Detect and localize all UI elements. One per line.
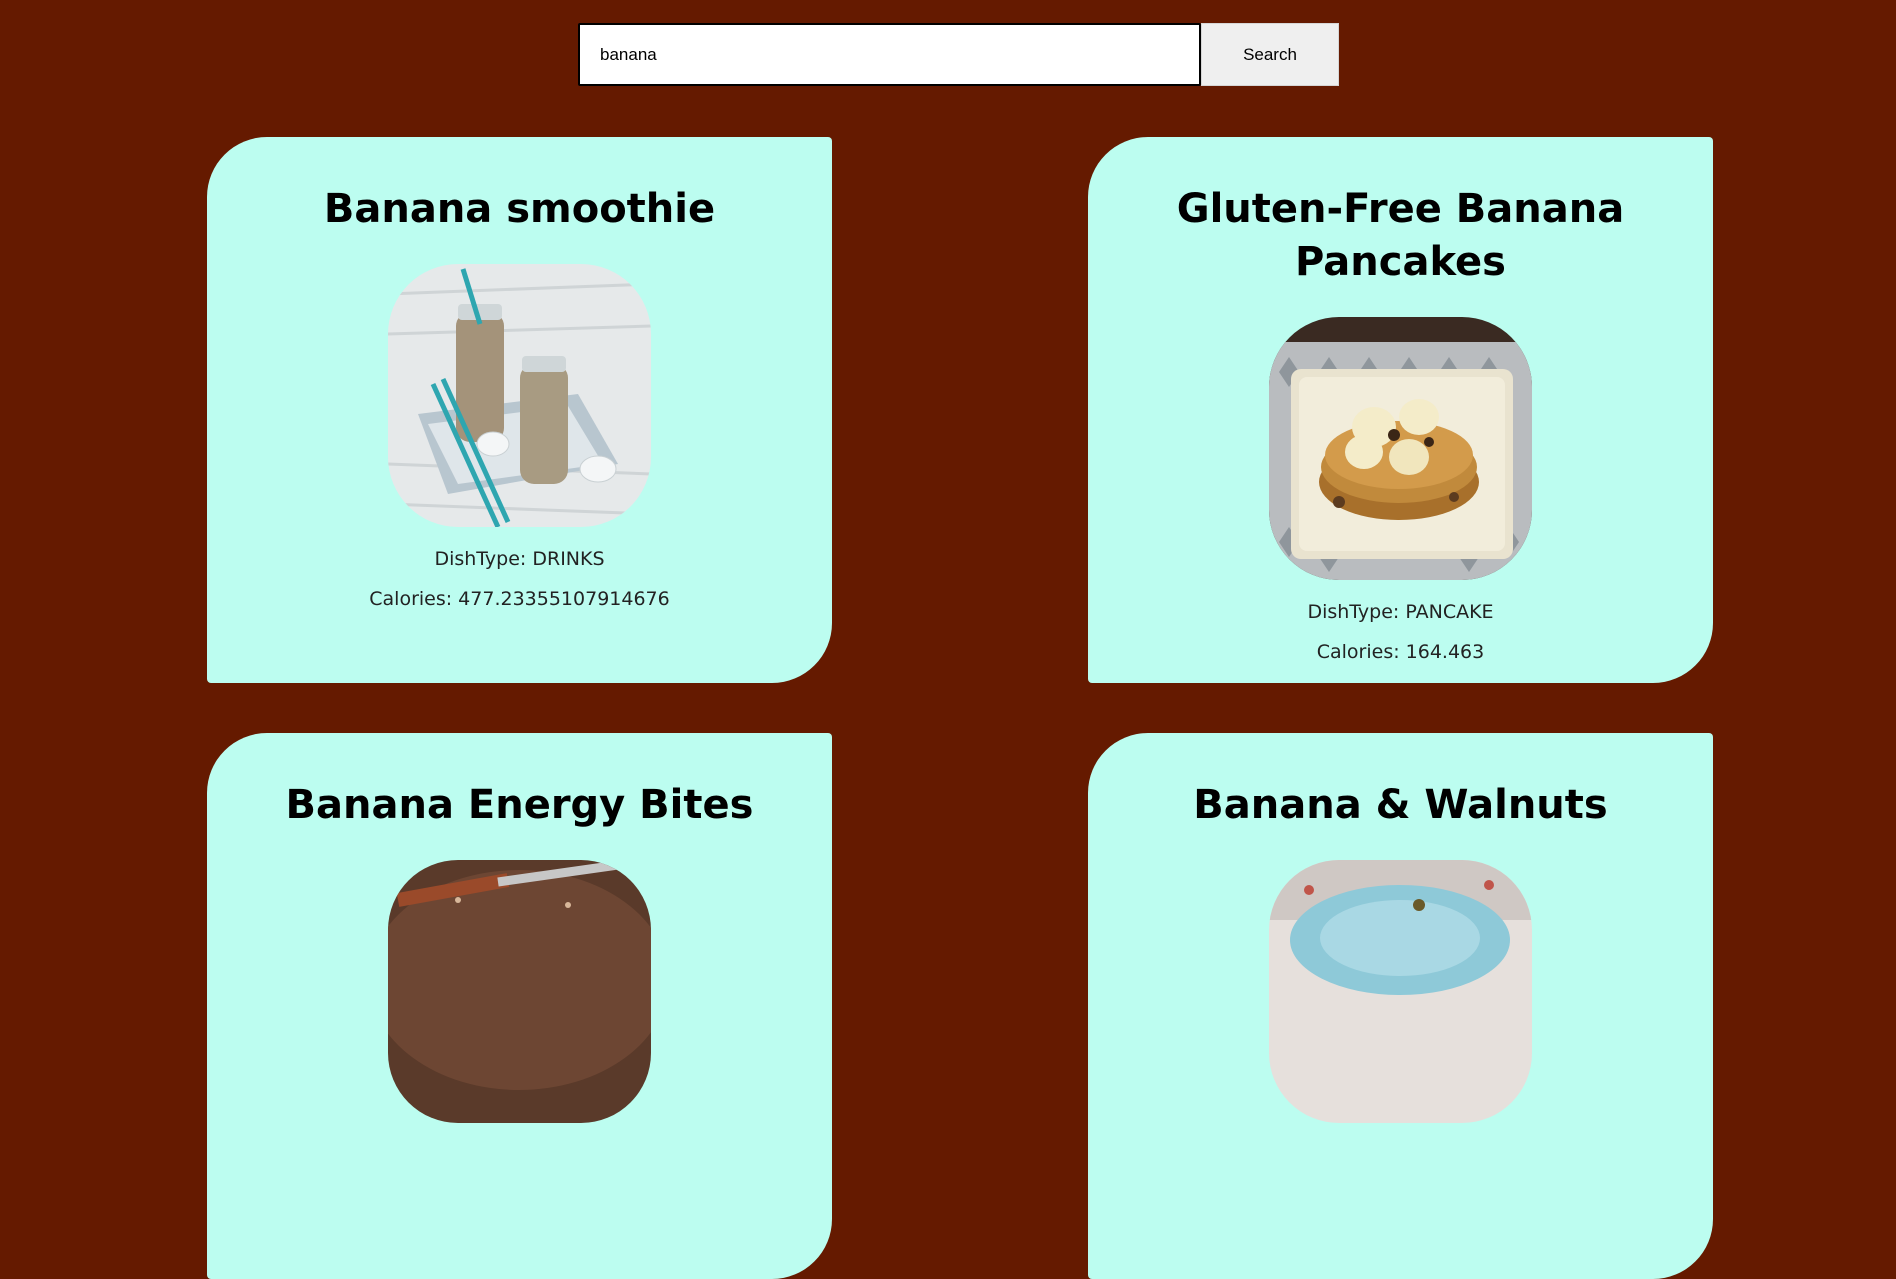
recipe-image-smoothie (388, 264, 651, 527)
banana-walnuts-photo (1269, 860, 1532, 1123)
recipe-image-pancakes (1269, 317, 1532, 580)
recipe-card: Banana Energy Bites (207, 733, 832, 1279)
search-button[interactable]: Search (1201, 23, 1339, 86)
calories: Calories: 164.463 (1316, 641, 1485, 663)
dish-type: DishType: PANCAKE (1307, 601, 1494, 623)
recipe-title: Gluten-Free Banana Pancakes (1176, 186, 1625, 285)
recipe-title: Banana & Walnuts (1193, 782, 1608, 828)
recipe-grid: Banana smoothie DishType: DRINKS Calorie… (207, 137, 1713, 1279)
smoothie-photo (388, 264, 651, 527)
search-input[interactable] (578, 23, 1201, 86)
search-bar: Search (578, 23, 1339, 86)
recipe-card: Banana smoothie DishType: DRINKS Calorie… (207, 137, 832, 683)
pancakes-photo (1269, 317, 1532, 580)
recipe-image-banana-walnuts (1269, 860, 1532, 1123)
recipe-title: Banana Energy Bites (285, 782, 754, 828)
recipe-image-energy-bites (388, 860, 651, 1123)
recipe-card: Gluten-Free Banana Pancakes DishType: PA… (1088, 137, 1713, 683)
calories: Calories: 477.23355107914676 (369, 588, 670, 610)
recipe-card: Banana & Walnuts (1088, 733, 1713, 1279)
energy-bites-photo (388, 860, 651, 1123)
recipe-title: Banana smoothie (323, 186, 716, 232)
dish-type: DishType: DRINKS (434, 548, 605, 570)
